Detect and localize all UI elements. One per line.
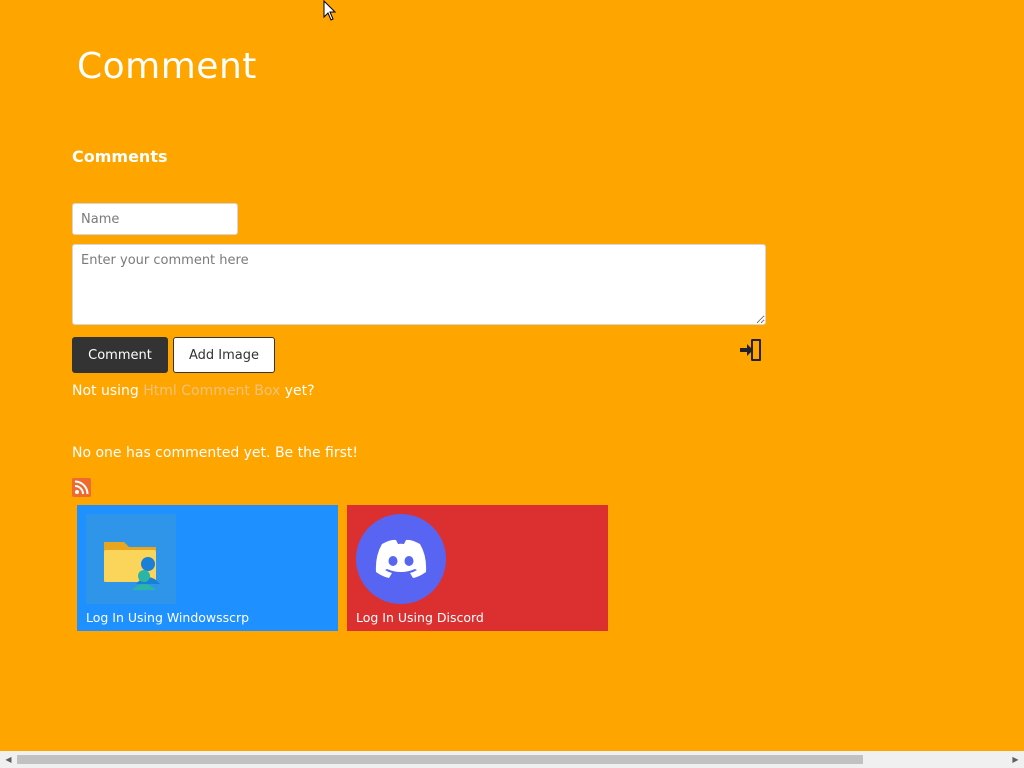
login-windowsscrp-button[interactable]: Log In Using Windowsscrp — [77, 505, 338, 631]
add-image-button[interactable]: Add Image — [173, 337, 275, 373]
windows-login-label: Log In Using Windowsscrp — [86, 610, 250, 625]
scroll-right-arrow-icon[interactable]: ▶ — [1007, 751, 1024, 768]
empty-comments-message: No one has commented yet. Be the first! — [72, 445, 359, 461]
rss-icon[interactable] — [72, 478, 91, 497]
page: Comment Comments Comment Add Image Not u… — [0, 0, 1024, 768]
promo-prefix: Not using — [72, 383, 144, 399]
discord-login-label: Log In Using Discord — [356, 610, 484, 625]
comment-button[interactable]: Comment — [72, 337, 168, 373]
login-discord-button[interactable]: Log In Using Discord — [347, 505, 608, 631]
horizontal-scrollbar[interactable]: ◀ ▶ — [0, 751, 1024, 768]
scroll-left-arrow-icon[interactable]: ◀ — [0, 751, 17, 768]
page-title: Comment — [77, 46, 257, 87]
name-input[interactable] — [72, 203, 238, 235]
promo-suffix: yet? — [280, 383, 315, 399]
mouse-cursor-icon — [323, 0, 337, 21]
discord-icon — [356, 514, 446, 604]
comment-textarea[interactable] — [72, 244, 766, 325]
sign-in-icon[interactable] — [738, 337, 764, 363]
folder-user-icon — [86, 514, 176, 604]
promo-line: Not using Html Comment Box yet? — [72, 383, 315, 399]
comments-heading: Comments — [72, 147, 168, 166]
html-comment-box-link[interactable]: Html Comment Box — [143, 383, 280, 399]
scrollbar-thumb[interactable] — [17, 755, 863, 764]
